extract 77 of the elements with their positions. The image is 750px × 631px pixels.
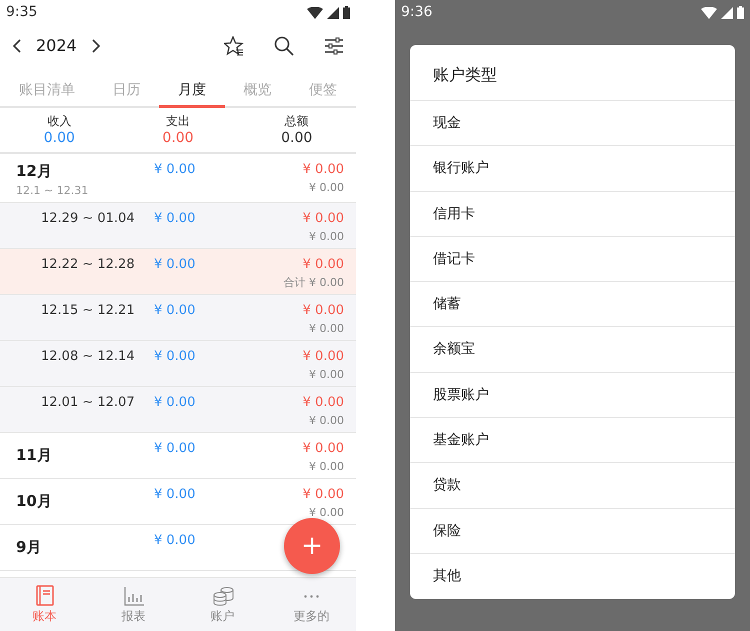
summary-label: 总额 [284, 113, 309, 129]
expense-amount: ¥ 0.00 [302, 440, 344, 458]
bar-chart-icon [122, 584, 144, 606]
status-time: 9:36 [401, 3, 432, 22]
expense-amount: ¥ 0.00 [302, 394, 344, 412]
income-amount: ¥ 0.00 [154, 395, 196, 410]
week-row[interactable]: 12.01 ~ 12.07 ¥ 0.00 ¥ 0.00 ¥ 0.00 [0, 387, 356, 433]
expense-amount: ¥ 0.00 [302, 348, 344, 366]
income-amount: ¥ 0.00 [154, 303, 196, 318]
account-type-item[interactable]: 保险 [410, 508, 735, 554]
summary-value: 0.00 [44, 129, 75, 147]
coins-stack-icon [212, 584, 234, 606]
tab[interactable]: 月度 [159, 67, 225, 108]
account-type-item[interactable]: 储蓄 [410, 282, 735, 328]
income-amount: ¥ 0.00 [154, 162, 196, 177]
wifi-icon [701, 6, 717, 18]
chevron-right-icon[interactable] [90, 38, 101, 54]
total-amount: ¥ 0.00 [309, 180, 344, 196]
account-type-item[interactable]: 贷款 [410, 463, 735, 509]
total-amount: ¥ 0.00 [309, 458, 344, 474]
week-row[interactable]: 12.22 ~ 12.28 ¥ 0.00 ¥ 0.00 合计 ¥ 0.00 [0, 249, 356, 295]
expense-amount: ¥ 0.00 [302, 302, 344, 320]
week-range: 12.01 ~ 12.07 [40, 394, 136, 412]
status-time: 9:35 [6, 3, 38, 22]
week-range: 12.08 ~ 12.14 [40, 348, 136, 366]
account-type-item[interactable]: 银行账户 [410, 146, 735, 192]
week-range: 12.15 ~ 12.21 [40, 302, 136, 320]
expense-amount: ¥ 0.00 [302, 486, 344, 504]
account-type-item[interactable]: 借记卡 [410, 236, 735, 282]
expense-amount: ¥ 0.00 [302, 210, 344, 228]
year-label: 2024 [36, 35, 77, 57]
battery-icon [343, 6, 350, 19]
star-list-icon[interactable] [224, 36, 244, 56]
month-label: 11月 [16, 445, 53, 466]
signal-icon [327, 6, 339, 18]
month-label: 12月 [16, 161, 53, 182]
month-label: 10月 [16, 491, 53, 512]
more-dots-icon [304, 594, 319, 598]
expense-amount: ¥ 0.00 [302, 256, 344, 274]
total-amount: ¥ 0.00 [309, 320, 344, 336]
total-amount: ¥ 0.00 [309, 412, 344, 428]
battery-icon [737, 6, 744, 19]
account-type-item[interactable]: 现金 [410, 101, 735, 146]
account-type-item[interactable]: 信用卡 [410, 192, 735, 237]
summary-value: 0.00 [162, 129, 194, 147]
filter-sliders-icon[interactable] [324, 37, 344, 55]
summary-value: 0.00 [281, 129, 312, 147]
total-amount: ¥ 0.00 [309, 504, 344, 520]
income-amount: ¥ 0.00 [154, 257, 196, 272]
chevron-left-icon[interactable] [12, 38, 22, 54]
week-range: 12.22 ~ 12.28 [40, 256, 136, 274]
signal-icon [721, 6, 733, 18]
summary-label: 收入 [47, 113, 72, 129]
total-amount: ¥ 0.00 [309, 366, 344, 382]
dialog-title: 账户类型 [410, 45, 735, 101]
total-amount: 合计 ¥ 0.00 [284, 274, 344, 290]
date-range: 12.1 ~ 12.31 [16, 182, 90, 198]
expense-amount: ¥ 0.00 [302, 161, 344, 179]
search-icon[interactable] [274, 36, 294, 56]
wifi-icon [307, 6, 323, 18]
week-row[interactable]: 12.15 ~ 12.21 ¥ 0.00 ¥ 0.00 ¥ 0.00 [0, 295, 356, 341]
book-icon [34, 584, 56, 606]
week-row[interactable]: 12.08 ~ 12.14 ¥ 0.00 ¥ 0.00 ¥ 0.00 [0, 341, 356, 387]
income-amount: ¥ 0.00 [154, 349, 196, 364]
income-amount: ¥ 0.00 [154, 211, 196, 226]
week-row[interactable]: 12.29 ~ 01.04 ¥ 0.00 ¥ 0.00 ¥ 0.00 [0, 203, 356, 249]
account-type-item[interactable]: 余额宝 [410, 327, 735, 373]
account-type-item[interactable]: 基金账户 [410, 418, 735, 464]
account-type-item[interactable]: 其他 [410, 554, 735, 600]
total-amount: ¥ 0.00 [309, 228, 344, 244]
income-amount: ¥ 0.00 [154, 441, 196, 456]
month-label: 9月 [16, 537, 42, 558]
summary-label: 支出 [166, 113, 190, 129]
account-type-item[interactable]: 股票账户 [410, 372, 735, 418]
income-amount: ¥ 0.00 [154, 487, 196, 502]
week-range: 12.29 ~ 01.04 [40, 210, 136, 228]
income-amount: ¥ 0.00 [154, 533, 196, 548]
